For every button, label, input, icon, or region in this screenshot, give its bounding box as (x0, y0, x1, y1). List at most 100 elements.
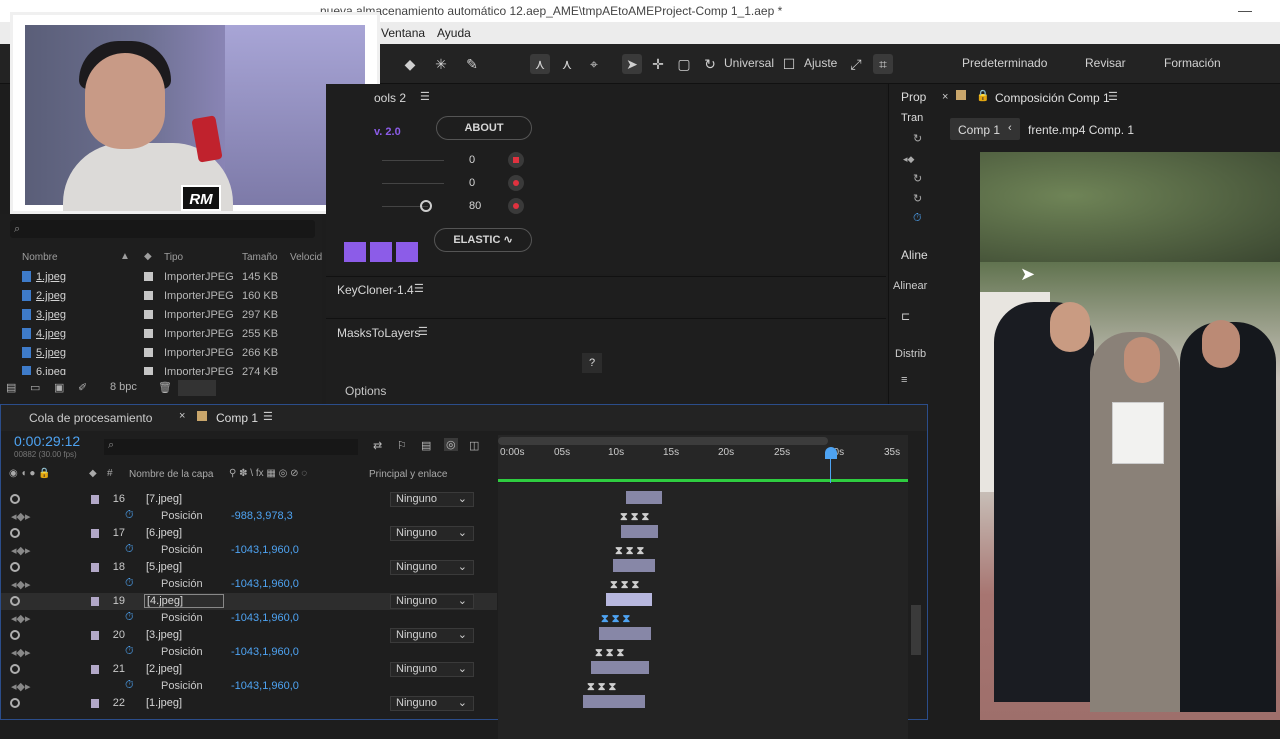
graph-editor-icon[interactable]: ◫ (469, 439, 479, 452)
pin-icon[interactable]: ✎ (462, 54, 482, 74)
preset-swatch[interactable] (344, 242, 366, 262)
work-area-bar[interactable] (498, 437, 828, 445)
parent-dropdown[interactable]: Ninguno ⌄ (390, 526, 474, 541)
slider-handle[interactable] (420, 200, 432, 212)
value-field[interactable]: 0 (469, 154, 475, 166)
project-item[interactable]: 4.jpeg ImporterJPEG 255 KB (0, 325, 322, 344)
keyframe-icon[interactable]: ⧗ ⧗ ⧗ (595, 647, 624, 660)
menu-ayuda[interactable]: Ayuda (437, 26, 471, 40)
solo-icon[interactable]: ⚐ (397, 439, 407, 452)
options-label[interactable]: Options (345, 384, 386, 398)
keyframe-icon[interactable]: ◂◆ (903, 154, 914, 165)
preset-swatch[interactable] (370, 242, 392, 262)
red-button[interactable] (508, 175, 524, 191)
trash-icon[interactable]: 🗑 (158, 381, 172, 394)
keyframe-icon[interactable]: ⧗ ⧗ ⧗ (601, 613, 630, 626)
layer-row-selected[interactable]: 19 [4.jpeg] Ninguno ⌄ (1, 593, 497, 610)
keyframe-icon[interactable]: ⧗ ⧗ ⧗ (587, 681, 616, 694)
workspace-predeterminado[interactable]: Predeterminado (962, 56, 1047, 70)
layer-bar[interactable] (583, 695, 645, 708)
value-field[interactable]: 0 (469, 177, 475, 189)
about-button[interactable]: ABOUT (436, 116, 532, 140)
grid-snap-icon[interactable]: ⌗ (873, 54, 893, 74)
align-left-icon[interactable]: ⊏ (901, 310, 910, 323)
project-item[interactable]: 5.jpeg ImporterJPEG 266 KB (0, 344, 322, 363)
property-row[interactable]: ◂◆▸ ⏱ Posición -1043,1,960,0 (1, 678, 497, 695)
parent-dropdown[interactable]: Ninguno ⌄ (390, 560, 474, 575)
tab-comp[interactable]: Comp 1 (216, 411, 258, 425)
interpret-icon[interactable]: ▤ (6, 381, 16, 394)
workspace-revisar[interactable]: Revisar (1085, 56, 1126, 70)
timecode[interactable]: 0:00:29:12 (14, 433, 80, 449)
menu-icon[interactable]: ☰ (414, 282, 424, 295)
layer-bar[interactable] (621, 525, 658, 538)
parent-dropdown[interactable]: Ninguno ⌄ (390, 696, 474, 711)
region-icon[interactable]: ▢ (674, 54, 694, 74)
bpc-label[interactable]: 8 bpc (110, 381, 137, 393)
menu-icon[interactable]: ☰ (1108, 90, 1118, 103)
reset-icon[interactable]: ↻ (913, 192, 922, 205)
project-item[interactable]: 6.jpeg ImporterJPEG 274 KB (0, 363, 322, 375)
comp-icon[interactable]: ▣ (54, 381, 64, 394)
expand-icon[interactable]: ⤢ (846, 54, 866, 74)
time-ruler[interactable]: 0:00s 05s 10s 15s 20s 25s 30s 35s (498, 435, 908, 482)
checkbox-icon[interactable]: ☐ (779, 54, 799, 74)
workspace-formacion[interactable]: Formación (1164, 56, 1221, 70)
layer-row[interactable]: 16 [7.jpeg] Ninguno ⌄ (1, 491, 497, 508)
value-field[interactable]: 80 (469, 200, 481, 212)
property-row[interactable]: ◂◆▸ ⏱ Posición -988,3,978,3 (1, 508, 497, 525)
property-row[interactable]: ◂◆▸ ⏱ Posición -1043,1,960,0 (1, 576, 497, 593)
timeline-tracks[interactable] (498, 483, 908, 739)
scrollbar[interactable] (911, 605, 921, 655)
puppet-icon[interactable]: ✳ (431, 54, 451, 74)
frame-blend-icon[interactable]: ▤ (421, 439, 431, 452)
layer-row[interactable]: 21 [2.jpeg] Ninguno ⌄ (1, 661, 497, 678)
tab-comp-active[interactable]: Comp 1 ‹ (950, 118, 1020, 140)
parent-dropdown[interactable]: Ninguno ⌄ (390, 628, 474, 643)
layer-bar[interactable] (606, 593, 652, 606)
layer-row[interactable]: 20 [3.jpeg] Ninguno ⌄ (1, 627, 497, 644)
stopwatch-icon[interactable]: ⏱ (913, 212, 922, 225)
close-icon[interactable]: × (942, 91, 948, 103)
parent-dropdown[interactable]: Ninguno ⌄ (390, 492, 474, 507)
eraser-icon[interactable]: ◆ (400, 54, 420, 74)
snap-edges-icon[interactable]: ⋏ (557, 54, 577, 74)
layer-bar[interactable] (613, 559, 655, 572)
layer-search-input[interactable]: ⌕ (104, 439, 358, 455)
motion-blur-icon[interactable]: ◎ (444, 438, 458, 451)
project-item[interactable]: 3.jpeg ImporterJPEG 297 KB (0, 306, 322, 325)
layer-row[interactable]: 22 [1.jpeg] Ninguno ⌄ (1, 695, 497, 712)
parent-dropdown[interactable]: Ninguno ⌄ (390, 662, 474, 677)
reset-icon[interactable]: ↻ (913, 172, 922, 185)
layer-bar[interactable] (591, 661, 649, 674)
red-button[interactable] (508, 152, 524, 168)
rotate-icon[interactable]: ↻ (700, 54, 720, 74)
reset-icon[interactable]: ↻ (913, 132, 922, 145)
minimize-icon[interactable]: — (1238, 2, 1252, 18)
snap-icon[interactable]: ⋏ (530, 54, 550, 74)
close-icon[interactable]: × (179, 410, 185, 422)
layer-row[interactable]: 17 [6.jpeg] Ninguno ⌄ (1, 525, 497, 542)
composition-preview[interactable]: ➤ (980, 152, 1280, 720)
elastic-button[interactable]: ELASTIC ∿ (434, 228, 532, 252)
keyframe-icon[interactable]: ⧗ ⧗ ⧗ (620, 511, 649, 524)
layer-bar[interactable] (599, 627, 651, 640)
tab-comp-other[interactable]: frente.mp4 Comp. 1 (1028, 123, 1134, 137)
property-row[interactable]: ◂◆▸ ⏱ Posición -1043,1,960,0 (1, 644, 497, 661)
project-item[interactable]: 2.jpeg ImporterJPEG 160 KB (0, 287, 322, 306)
property-row[interactable]: ◂◆▸ ⏱ Posición -1043,1,960,0 (1, 610, 497, 627)
property-row[interactable]: ◂◆▸ ⏱ Posición -1043,1,960,0 (1, 542, 497, 559)
help-button[interactable]: ? (582, 353, 602, 373)
brush-icon[interactable]: ✐ (78, 381, 87, 394)
layer-bar[interactable] (626, 491, 662, 504)
parent-dropdown[interactable]: Ninguno ⌄ (390, 594, 474, 609)
project-search-input[interactable]: ⌕ (10, 220, 315, 238)
menu-icon[interactable]: ☰ (420, 90, 430, 103)
layer-row[interactable]: 18 [5.jpeg] Ninguno ⌄ (1, 559, 497, 576)
tab-render-queue[interactable]: Cola de procesamiento (29, 411, 152, 425)
snap-mask-icon[interactable]: ⌖ (584, 54, 604, 74)
move-icon[interactable]: ✛ (648, 54, 668, 74)
distribute-icon[interactable]: ≡ (901, 374, 907, 386)
menu-icon[interactable]: ☰ (263, 410, 273, 423)
keyframe-icon[interactable]: ⧗ ⧗ ⧗ (610, 579, 639, 592)
